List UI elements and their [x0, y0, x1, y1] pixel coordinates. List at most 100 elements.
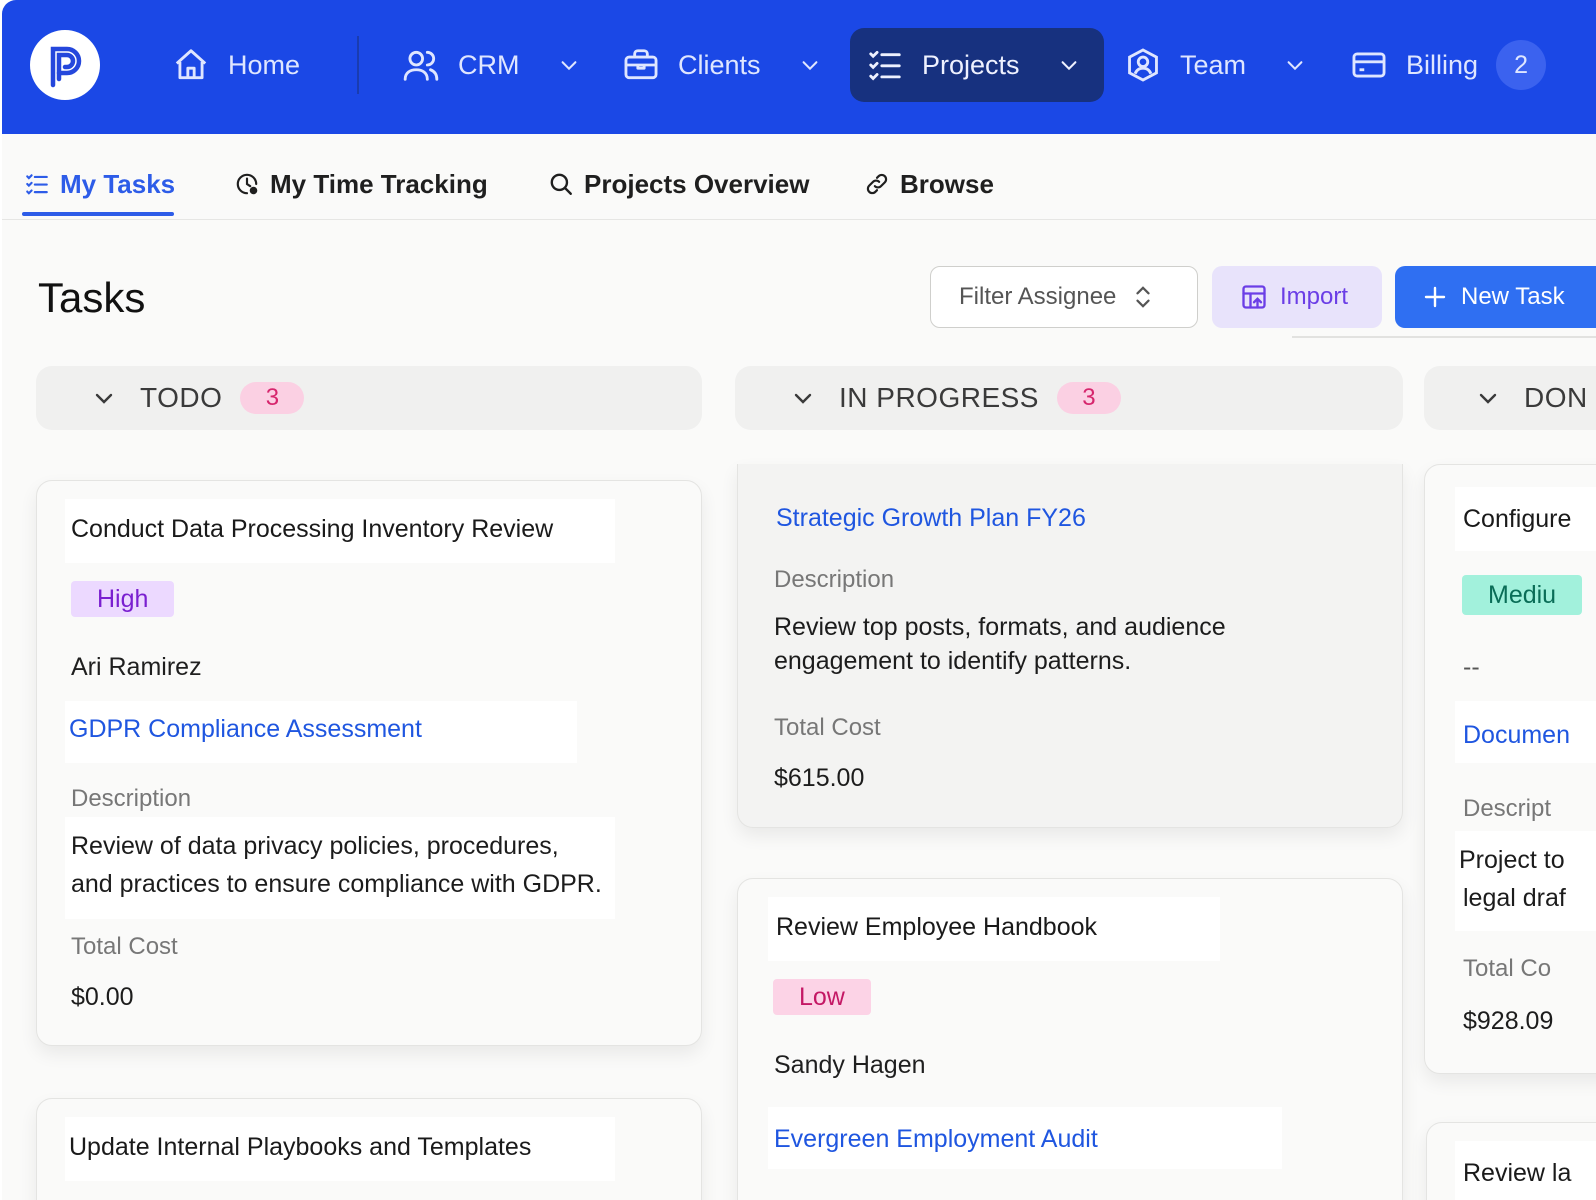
total-cost-label: Total Cost	[71, 933, 178, 960]
task-title[interactable]: Conduct Data Processing Inventory Review	[71, 515, 553, 544]
tab-label: My Time Tracking	[270, 168, 488, 199]
chevron-down-icon[interactable]	[558, 54, 580, 76]
column-count-badge: 3	[1056, 382, 1121, 414]
tab-my-tasks[interactable]: My Tasks	[24, 164, 175, 204]
nav-label-billing: Billing	[1406, 49, 1479, 80]
tab-label: Browse	[900, 168, 994, 199]
chevron-down-icon[interactable]	[799, 54, 821, 76]
briefcase-icon	[624, 49, 658, 80]
app-window: Home CRM Clients Projects Team Billing 2	[2, 0, 1596, 1200]
total-cost-value: $928.09	[1463, 1007, 1554, 1035]
column-title: IN PROGRESS	[839, 382, 1039, 413]
active-tab-indicator	[22, 212, 174, 216]
project-link[interactable]: Strategic Growth Plan FY26	[776, 504, 1086, 533]
priority-badge: Low	[773, 979, 871, 1015]
description-line: Review top posts, formats, and audience	[774, 613, 1226, 641]
task-card[interactable]: Review Employee Handbook Low Sandy Hagen…	[737, 878, 1403, 1200]
list-checks-icon	[869, 50, 901, 81]
new-task-button[interactable]: New Task	[1395, 266, 1596, 328]
search-icon	[550, 173, 572, 195]
toolbar-divider	[1292, 336, 1596, 338]
chevron-down-icon[interactable]	[1284, 54, 1306, 76]
project-link[interactable]: Evergreen Employment Audit	[774, 1125, 1098, 1154]
task-card[interactable]: Conduct Data Processing Inventory Review…	[36, 480, 702, 1046]
tab-my-time-tracking[interactable]: My Time Tracking	[234, 164, 488, 204]
total-cost-value: $0.00	[71, 983, 134, 1011]
plus-icon	[1424, 286, 1446, 308]
description-label: Description	[774, 566, 895, 593]
filter-assignee-label: Filter Assignee	[959, 283, 1117, 310]
nav-label-home: Home	[228, 49, 301, 80]
page-title: Tasks	[38, 274, 146, 321]
description-line: engagement to identify patterns.	[774, 647, 1132, 675]
nav-label-crm: CRM	[458, 49, 520, 80]
list-checks-icon	[26, 174, 48, 195]
priority-badge: High	[71, 581, 175, 617]
link-icon	[866, 173, 888, 195]
credit-card-icon	[1352, 52, 1386, 78]
home-icon	[175, 49, 207, 80]
tab-browse[interactable]: Browse	[864, 164, 994, 204]
task-title[interactable]: Review la	[1463, 1159, 1571, 1188]
table-import-icon	[1242, 285, 1266, 309]
import-label: Import	[1280, 283, 1349, 310]
total-cost-value: $615.00	[774, 764, 865, 792]
user-circle-icon	[1128, 48, 1158, 82]
column-header-in-progress[interactable]: IN PROGRESS 3	[735, 366, 1403, 430]
project-link[interactable]: GDPR Compliance Assessment	[69, 715, 422, 744]
nav-label-projects: Projects	[922, 49, 1020, 80]
chevron-up-down-icon	[1136, 286, 1151, 308]
task-description: Review of data privacy policies, procedu…	[71, 827, 602, 903]
description-label: Description	[71, 785, 192, 812]
nav-label-team: Team	[1180, 49, 1247, 80]
nav-item-crm[interactable]: CRM	[402, 28, 580, 102]
task-assignee: --	[1463, 653, 1480, 681]
description-line: Project to	[1459, 846, 1565, 874]
task-card[interactable]: Update Internal Playbooks and Templates	[36, 1098, 702, 1200]
description-line: legal draf	[1463, 884, 1566, 912]
import-button[interactable]: Import	[1212, 266, 1382, 328]
task-card[interactable]: Review la	[1426, 1122, 1596, 1200]
column-header-done[interactable]: DON	[1424, 366, 1596, 430]
task-card[interactable]: Strategic Growth Plan FY26 Description R…	[737, 464, 1403, 828]
users-icon	[403, 50, 439, 81]
priority-badge: Mediu	[1462, 575, 1583, 615]
nav-divider	[357, 36, 359, 94]
chevron-down-icon[interactable]	[1476, 386, 1500, 410]
filter-assignee-select[interactable]: Filter Assignee	[930, 266, 1198, 328]
chevron-down-icon[interactable]	[92, 386, 116, 410]
project-link[interactable]: Documen	[1463, 721, 1570, 750]
logo-icon	[50, 46, 82, 88]
column-count-badge: 3	[240, 382, 305, 414]
tab-label: Projects Overview	[584, 168, 810, 199]
task-assignee: Sandy Hagen	[774, 1051, 926, 1079]
sub-navigation-tabs: My Tasks My Time Tracking Projects Overv…	[2, 134, 1596, 220]
app-logo[interactable]	[30, 30, 100, 100]
task-title[interactable]: Review Employee Handbook	[776, 913, 1097, 942]
task-title[interactable]: Configure	[1463, 505, 1571, 534]
nav-item-clients[interactable]: Clients	[622, 28, 821, 102]
top-navigation-bar: Home CRM Clients Projects Team Billing 2	[2, 0, 1596, 134]
clock-icon	[236, 173, 258, 195]
nav-item-billing[interactable]: Billing 2	[1350, 28, 1547, 102]
column-title: DON	[1524, 382, 1588, 413]
chevron-down-icon[interactable]	[791, 386, 815, 410]
task-title[interactable]: Update Internal Playbooks and Templates	[69, 1133, 531, 1162]
billing-count-badge: 2	[1496, 40, 1547, 90]
nav-label-clients: Clients	[678, 49, 761, 80]
total-cost-label: Total Co	[1463, 955, 1552, 982]
nav-item-projects[interactable]: Projects	[850, 28, 1104, 102]
nav-item-home[interactable]: Home	[172, 28, 300, 102]
chevron-down-icon[interactable]	[1058, 54, 1080, 76]
column-header-todo[interactable]: TODO 3	[36, 366, 702, 430]
task-card[interactable]: Configure Mediu -- Documen Descript Proj…	[1424, 464, 1596, 1074]
description-line: Review of data privacy policies, procedu…	[71, 832, 559, 860]
description-line: and practices to ensure compliance with …	[71, 870, 602, 898]
total-cost-label: Total Cost	[774, 714, 881, 741]
task-assignee: Ari Ramirez	[71, 653, 202, 681]
tab-projects-overview[interactable]: Projects Overview	[548, 164, 809, 204]
nav-item-team[interactable]: Team	[1124, 28, 1306, 102]
description-label: Descript	[1463, 795, 1552, 822]
column-title: TODO	[140, 382, 223, 413]
task-description: Review top posts, formats, and audience …	[774, 610, 1226, 678]
